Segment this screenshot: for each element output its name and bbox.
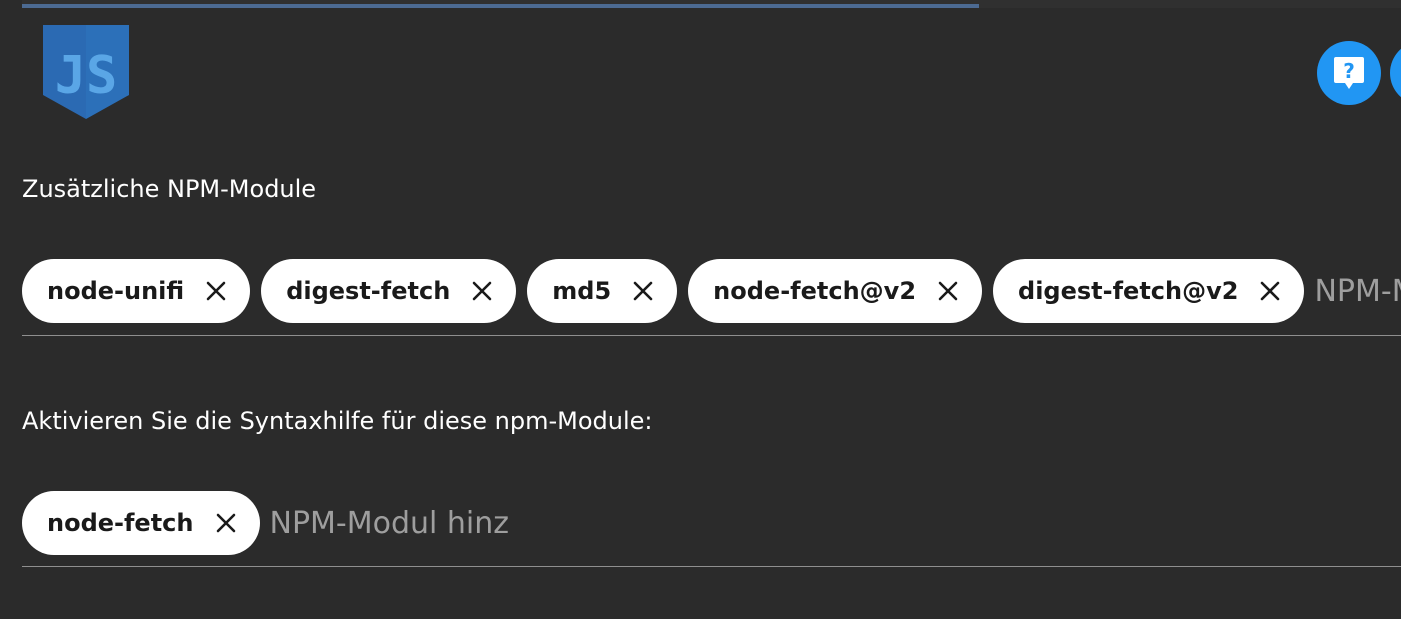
chip-node-fetch[interactable]: node-fetch [22, 491, 260, 555]
chip-label: digest-fetch@v2 [1018, 277, 1239, 305]
chip-label: md5 [552, 277, 612, 305]
chip-digest-fetch[interactable]: digest-fetch [261, 259, 517, 323]
svg-text:?: ? [1343, 59, 1355, 83]
chip-node-fetch-v2[interactable]: node-fetch@v2 [688, 259, 983, 323]
npm-modules-underline [22, 335, 1401, 336]
close-icon[interactable] [470, 279, 494, 303]
close-icon[interactable] [1258, 279, 1282, 303]
syntax-help-underline [22, 566, 1401, 567]
page: JS ? Zusätzliche NPM-Module node-unifi d… [0, 0, 1401, 619]
chip-label: node-fetch [47, 509, 194, 537]
chip-label: node-unifi [47, 277, 185, 305]
svg-text:JS: JS [55, 46, 118, 106]
syntax-help-chip-list: node-fetch [22, 491, 1401, 555]
npm-modules-label: Zusätzliche NPM-Module [22, 175, 317, 203]
syntax-help-module-input[interactable] [269, 505, 520, 541]
close-icon[interactable] [214, 511, 238, 535]
npm-modules-chip-list: node-unifi digest-fetch md5 node-fetch@v… [22, 259, 1401, 323]
javascript-logo-icon: JS [43, 25, 129, 119]
help-button[interactable]: ? [1317, 41, 1381, 105]
tab-indicator [22, 4, 979, 8]
close-icon[interactable] [204, 279, 228, 303]
close-icon[interactable] [631, 279, 655, 303]
syntax-help-label: Aktivieren Sie die Syntaxhilfe für diese… [22, 407, 653, 435]
chip-digest-fetch-v2[interactable]: digest-fetch@v2 [993, 259, 1305, 323]
npm-module-input[interactable] [1314, 273, 1401, 309]
close-icon[interactable] [936, 279, 960, 303]
chip-md5[interactable]: md5 [527, 259, 678, 323]
chip-label: digest-fetch [286, 277, 451, 305]
chip-label: node-fetch@v2 [713, 277, 917, 305]
help-icon: ? [1334, 57, 1364, 89]
chip-node-unifi[interactable]: node-unifi [22, 259, 251, 323]
settings-button[interactable] [1390, 41, 1401, 105]
